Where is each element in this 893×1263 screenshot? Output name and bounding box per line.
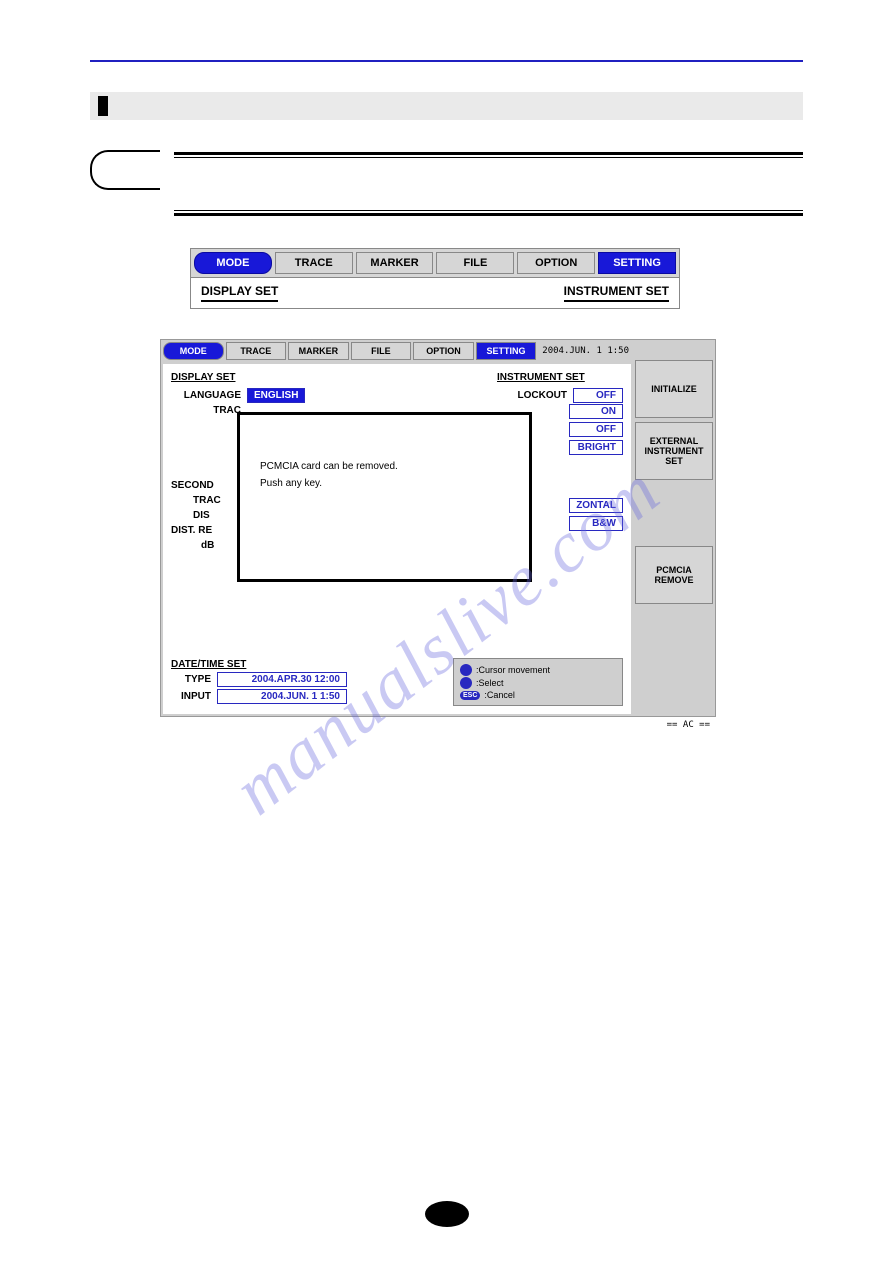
heading-display-set: DISPLAY SET <box>171 372 235 383</box>
top-rule <box>90 60 803 62</box>
tab-option[interactable]: OPTION <box>517 252 595 274</box>
softkey-initialize[interactable]: INITIALIZE <box>635 360 713 418</box>
softkey-blank1 <box>635 484 713 542</box>
label-type: TYPE <box>171 674 211 685</box>
value-bright[interactable]: BRIGHT <box>569 440 623 455</box>
label-d: dB <box>201 540 221 551</box>
tab-file[interactable]: FILE <box>351 342 412 360</box>
hint-cursor: :Cursor movement <box>476 665 550 675</box>
esc-icon: ESC <box>460 691 480 700</box>
value-bw[interactable]: B&W <box>569 516 623 531</box>
dialog-pcmcia: PCMCIA card can be removed. Push any key… <box>237 412 532 582</box>
value-language[interactable]: ENGLISH <box>247 388 305 403</box>
label-dis: DIS <box>193 510 221 521</box>
section-mark <box>98 96 108 116</box>
clock: 2004.JUN. 1 1:50 <box>538 342 633 360</box>
value-zontal[interactable]: ZONTAL <box>569 498 623 513</box>
side-values: ON OFF BRIGHT ZONTAL B&W <box>569 404 623 531</box>
tab-setting[interactable]: SETTING <box>476 342 537 360</box>
label-dist-re: DIST. RE <box>171 525 221 536</box>
note-block <box>90 150 803 218</box>
page-number-oval <box>425 1201 469 1227</box>
dialog-line2: Push any key. <box>260 478 509 489</box>
value-on[interactable]: ON <box>569 404 623 419</box>
label-display-set: DISPLAY SET <box>201 284 278 302</box>
label-input: INPUT <box>171 691 211 702</box>
figure-setting-screen: MODE TRACE MARKER FILE OPTION SETTING 20… <box>160 339 716 733</box>
softkey-blank2 <box>635 608 713 666</box>
tab-mode[interactable]: MODE <box>194 252 272 274</box>
label-language: LANGUAGE <box>171 390 241 401</box>
body: DISPLAY SET LANGUAGE ENGLISH TRAC <box>163 364 631 714</box>
tab-mode[interactable]: MODE <box>163 342 224 360</box>
hint-box: :Cursor movement :Select ESC :Cancel <box>453 658 623 706</box>
tab-trace[interactable]: TRACE <box>275 252 353 274</box>
tab-option[interactable]: OPTION <box>413 342 474 360</box>
subhead-row: DISPLAY SET INSTRUMENT SET <box>190 278 680 309</box>
label-trac2: TRAC <box>193 495 221 506</box>
value-lockout[interactable]: OFF <box>573 388 623 403</box>
value-input[interactable]: 2004.JUN. 1 1:50 <box>217 689 347 704</box>
label-lockout: LOCKOUT <box>497 390 567 401</box>
heading-datetime: DATE/TIME SET <box>171 659 347 670</box>
softkey-pcmcia-remove[interactable]: PCMCIA REMOVE <box>635 546 713 604</box>
dialog-line1: PCMCIA card can be removed. <box>260 461 509 472</box>
value-off[interactable]: OFF <box>569 422 623 437</box>
softkey-external-instrument-set[interactable]: EXTERNAL INSTRUMENT SET <box>635 422 713 480</box>
note-lines <box>174 150 803 218</box>
softkey-column: INITIALIZE EXTERNAL INSTRUMENT SET PCMCI… <box>633 340 715 716</box>
left-labels: SECOND TRAC DIS DIST. RE dB <box>171 476 221 555</box>
section-header <box>90 92 803 120</box>
hint-cancel: :Cancel <box>484 690 515 700</box>
enter-icon <box>460 677 472 689</box>
tab-trace[interactable]: TRACE <box>226 342 287 360</box>
date-time-block: DATE/TIME SET TYPE 2004.APR.30 12:00 INP… <box>171 659 347 706</box>
figure-tabbar-small: MODE TRACE MARKER FILE OPTION SETTING DI… <box>190 248 680 309</box>
label-instrument-set: INSTRUMENT SET <box>564 284 669 302</box>
value-type[interactable]: 2004.APR.30 12:00 <box>217 672 347 687</box>
hint-select: :Select <box>476 678 504 688</box>
note-tab-shape <box>90 150 160 190</box>
label-second: SECOND <box>171 480 221 491</box>
heading-instrument-set: INSTRUMENT SET <box>497 372 585 383</box>
ac-indicator: == AC == <box>160 717 716 733</box>
label-trac: TRAC <box>171 405 241 416</box>
tabbar: MODE TRACE MARKER FILE OPTION SETTING <box>161 340 538 362</box>
tabbar: MODE TRACE MARKER FILE OPTION SETTING <box>190 248 680 278</box>
tab-marker[interactable]: MARKER <box>356 252 434 274</box>
main-panel: MODE TRACE MARKER FILE OPTION SETTING 20… <box>161 340 633 716</box>
tab-file[interactable]: FILE <box>436 252 514 274</box>
tab-marker[interactable]: MARKER <box>288 342 349 360</box>
dpad-icon <box>460 664 472 676</box>
tab-setting[interactable]: SETTING <box>598 252 676 274</box>
